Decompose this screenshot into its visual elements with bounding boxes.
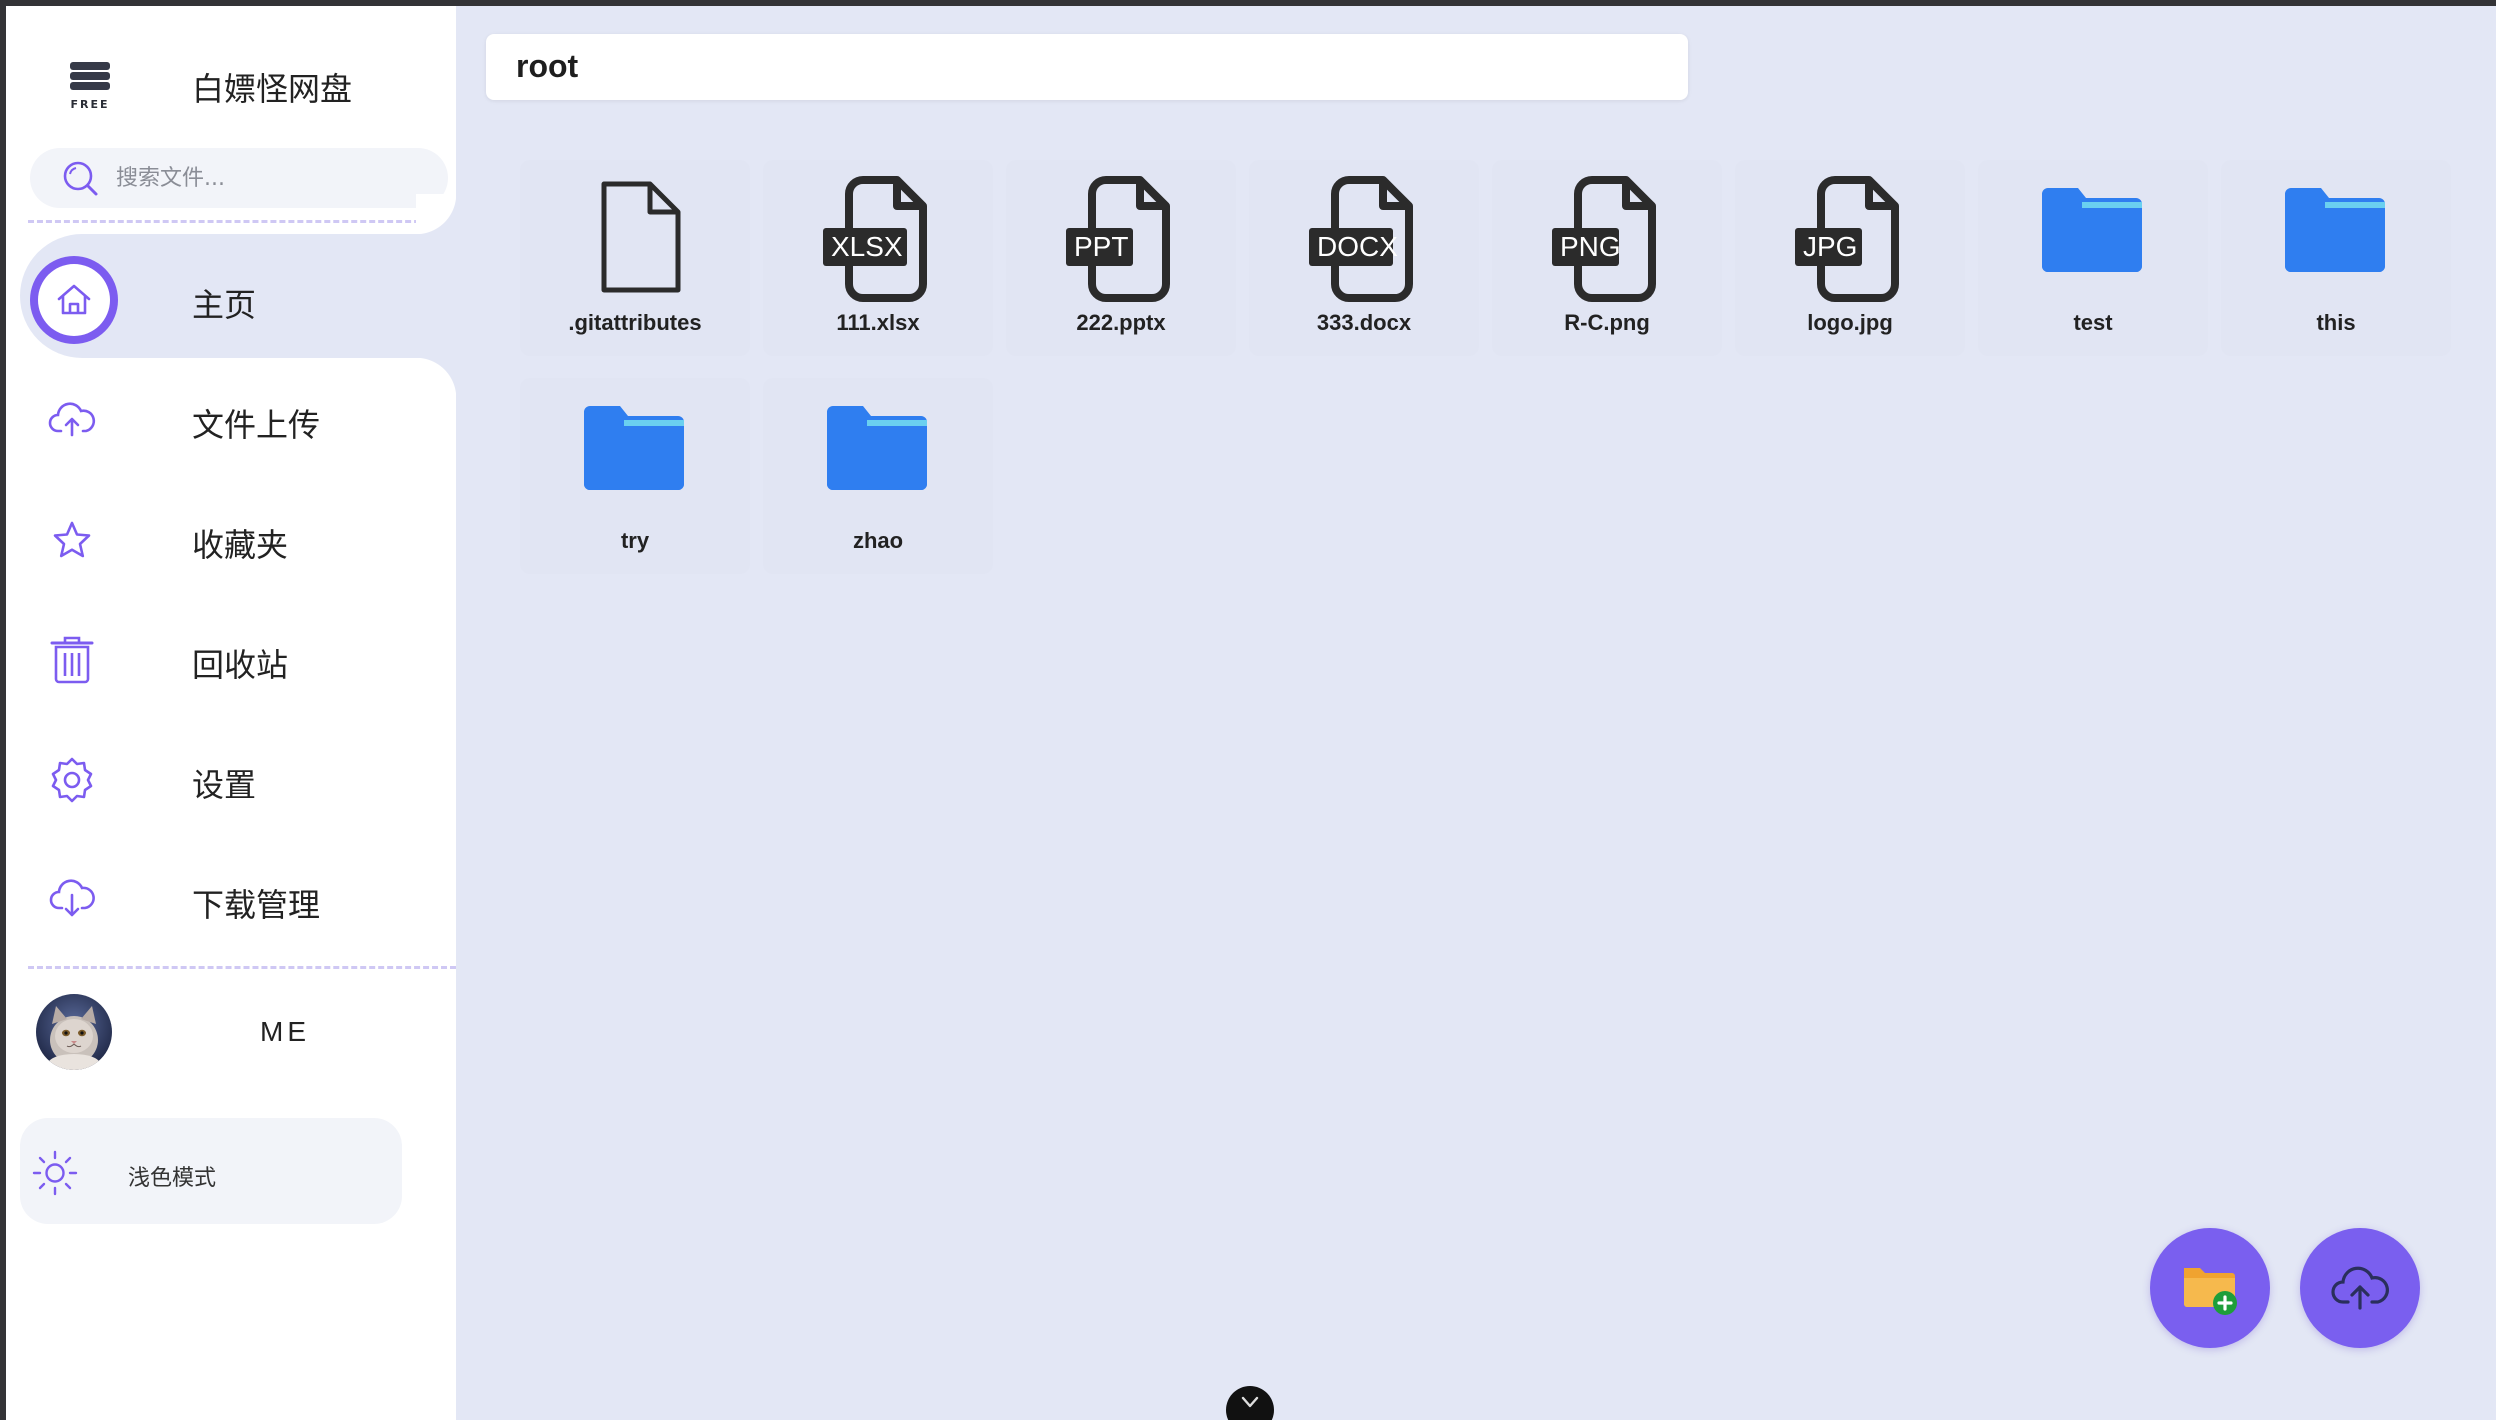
user-profile[interactable]: ME: [36, 992, 456, 1072]
nav-label-recycle-bin: 回收站: [192, 646, 289, 684]
folder-item[interactable]: zhao: [763, 378, 993, 574]
sidebar: FREE 白嫖怪网盘 搜索文件... 主页 文件上传 收藏夹 回收站 设置 下载…: [6, 6, 456, 1420]
file-icon: DOCX: [1299, 172, 1429, 307]
file-name: .gitattributes: [568, 310, 702, 335]
scroll-down-button[interactable]: [1226, 1386, 1274, 1420]
home-icon: [57, 284, 91, 315]
home-icon-ring: [30, 256, 118, 344]
file-name: this: [2316, 310, 2356, 335]
file-icon: XLSX: [813, 172, 943, 307]
file-icon: JPG: [1785, 172, 1915, 307]
nav-label-settings: 设置: [192, 766, 257, 804]
cloud-upload-icon: [2331, 1266, 2389, 1310]
file-name: 222.pptx: [1076, 310, 1166, 335]
folder-add-icon: [2184, 1268, 2237, 1315]
sun-icon: [32, 1150, 78, 1196]
current-path: root: [516, 48, 579, 84]
search-icon: [63, 161, 98, 196]
sidebar-divider-bottom: [28, 966, 456, 969]
svg-text:JPG: JPG: [1803, 231, 1857, 262]
nav-label-upload: 文件上传: [192, 406, 321, 444]
nav-label-downloads: 下载管理: [192, 886, 321, 924]
file-item[interactable]: XLSX 111.xlsx: [763, 160, 993, 356]
folder-item[interactable]: this: [2221, 160, 2451, 356]
folder-icon: [2038, 172, 2148, 287]
file-icon: PPT: [1056, 172, 1186, 307]
nav-label-favorites: 收藏夹: [192, 526, 289, 564]
sidebar-divider: [28, 220, 456, 223]
file-item[interactable]: JPG logo.jpg: [1735, 160, 1965, 356]
file-name: test: [2073, 310, 2113, 335]
file-item[interactable]: PPT 222.pptx: [1006, 160, 1236, 356]
avatar-cat-image: [36, 994, 112, 1070]
svg-text:PNG: PNG: [1560, 231, 1621, 262]
theme-toggle-label: 浅色模式: [128, 1166, 217, 1191]
folder-icon: [2281, 172, 2391, 287]
gear-icon: [51, 757, 93, 803]
logo-text: FREE: [70, 98, 110, 111]
nav-item-upload[interactable]: 文件上传: [20, 360, 456, 480]
trash-icon: [50, 636, 94, 684]
search-box[interactable]: [30, 148, 448, 208]
svg-text:PPT: PPT: [1074, 231, 1128, 262]
file-item[interactable]: DOCX 333.docx: [1249, 160, 1479, 356]
svg-text:DOCX: DOCX: [1317, 231, 1398, 262]
file-icon: PNG: [1542, 172, 1672, 307]
upload-button[interactable]: [2300, 1228, 2420, 1348]
file-name: logo.jpg: [1807, 310, 1893, 335]
theme-toggle[interactable]: 浅色模式: [20, 1118, 402, 1224]
app-window: FREE 白嫖怪网盘 搜索文件... 主页 文件上传 收藏夹 回收站 设置 下载…: [6, 6, 2496, 1420]
cloud-download-icon: [49, 879, 95, 917]
app-title: 白嫖怪网盘: [192, 70, 353, 108]
app-logo: FREE: [70, 62, 110, 111]
svg-text:XLSX: XLSX: [831, 231, 903, 262]
file-name: R-C.png: [1564, 310, 1650, 335]
file-item[interactable]: PNG R-C.png: [1492, 160, 1722, 356]
nav-item-recycle-bin[interactable]: 回收站: [20, 600, 456, 720]
nav-item-downloads[interactable]: 下载管理: [20, 840, 456, 960]
nav-item-settings[interactable]: 设置: [20, 720, 456, 840]
folder-item[interactable]: test: [1978, 160, 2208, 356]
file-icon: [570, 172, 700, 307]
nav-item-favorites[interactable]: 收藏夹: [20, 480, 456, 600]
file-name: zhao: [852, 528, 904, 553]
nav-item-home[interactable]: 主页: [20, 240, 456, 360]
user-name: ME: [260, 1016, 310, 1047]
folder-item[interactable]: try: [520, 378, 750, 574]
folder-icon: [823, 390, 933, 505]
star-icon: [53, 521, 91, 558]
new-folder-button[interactable]: [2150, 1228, 2270, 1348]
path-breadcrumb: root: [486, 34, 1688, 100]
file-name: try: [620, 528, 650, 553]
file-name: 333.docx: [1316, 310, 1412, 335]
nav-label-home: 主页: [192, 286, 257, 324]
file-item[interactable]: .gitattributes: [520, 160, 750, 356]
search-input[interactable]: [114, 164, 438, 192]
folder-icon: [580, 390, 690, 505]
cloud-upload-icon: [48, 402, 96, 437]
file-name: 111.xlsx: [836, 310, 920, 335]
chevron-down-icon: [1241, 1396, 1259, 1408]
avatar[interactable]: [36, 994, 112, 1070]
